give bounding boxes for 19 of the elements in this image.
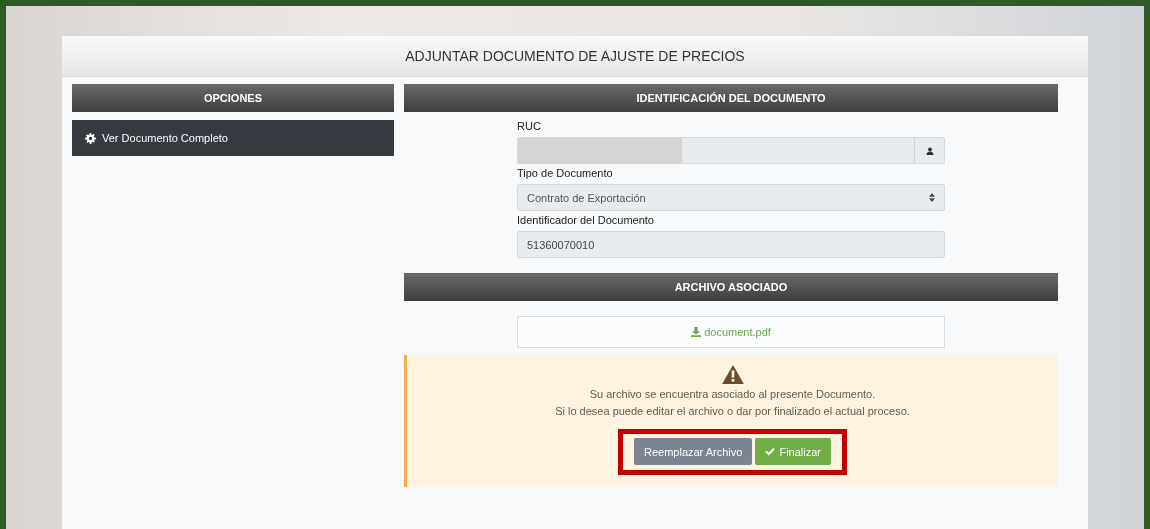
- gear-icon: [85, 132, 96, 144]
- sidebar-item[interactable]: Ver Documento Completo: [72, 120, 394, 156]
- alert-text: Su archivo se encuentra asociado al presente Documento.: [589, 387, 876, 402]
- select-field[interactable]: Contrato de Exportación: [517, 184, 945, 211]
- download-icon: [691, 327, 702, 337]
- alert-text: Si lo desea puede editar el archivo o dar por finalizado el actual proceso.: [555, 404, 910, 419]
- section-header: ARCHIVO ASOCIADO: [404, 273, 1058, 301]
- warning-icon: [721, 365, 744, 384]
- sort-icon: [929, 193, 935, 202]
- section-header: IDENTIFICACIÓN DEL DOCUMENTO: [404, 84, 1058, 112]
- check-icon: [765, 447, 776, 456]
- field-label: Identificador del Documento: [517, 214, 655, 226]
- input-field[interactable]: 51360070010: [517, 231, 945, 258]
- user-icon: [925, 146, 934, 155]
- section-header: OPCIONES: [72, 84, 394, 112]
- field-label: RUC: [517, 120, 542, 132]
- field-label: Tipo de Documento: [517, 167, 614, 179]
- input-field[interactable]: [517, 137, 945, 164]
- replace-button[interactable]: Reemplazar Archivo: [634, 438, 753, 465]
